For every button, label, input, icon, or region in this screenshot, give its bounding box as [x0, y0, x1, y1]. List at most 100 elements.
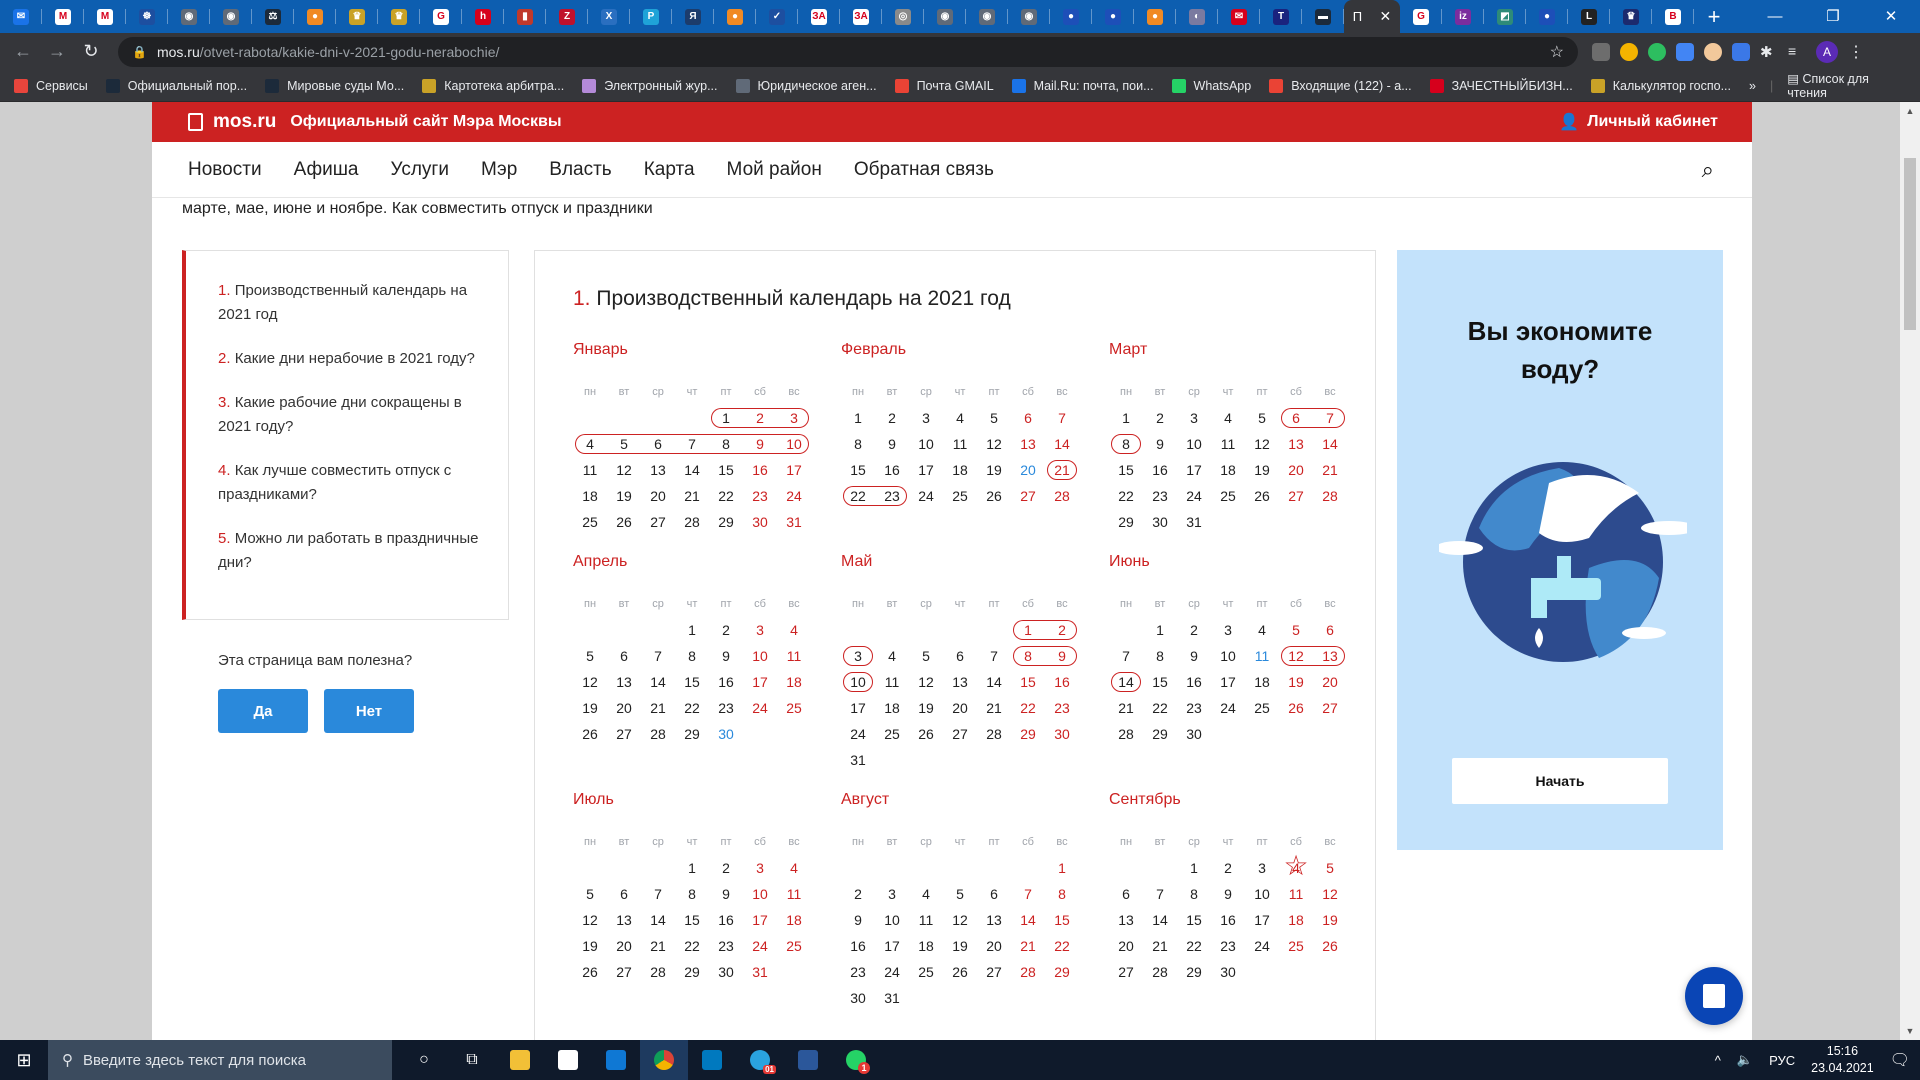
trello-icon[interactable] [688, 1040, 736, 1080]
browser-tab[interactable]: ЗА [840, 0, 882, 33]
nav-link[interactable]: Новости [188, 159, 262, 181]
reload-button[interactable]: ↻ [74, 41, 108, 62]
bookmark-item[interactable]: Входящие (122) - а... [1269, 78, 1412, 93]
nav-link[interactable]: Афиша [294, 159, 359, 181]
chat-button[interactable] [1685, 967, 1743, 1025]
page-scrollbar[interactable]: ▲ ▼ [1900, 102, 1920, 1040]
chrome-icon[interactable] [640, 1040, 688, 1080]
nav-link[interactable]: Карта [644, 159, 695, 181]
windows-start-icon[interactable]: ⊞ [0, 1050, 48, 1071]
puzzle-icon[interactable]: ✱ [1760, 43, 1778, 61]
scroll-down-arrow[interactable]: ▼ [1900, 1026, 1920, 1036]
browser-tab[interactable]: ● [1526, 0, 1568, 33]
close-window-button[interactable]: ✕ [1862, 0, 1920, 33]
nav-link[interactable]: Обратная связь [854, 159, 994, 181]
bookmark-star-icon[interactable]: ☆ [1550, 42, 1564, 62]
taskbar-search[interactable]: ⚲ Введите здесь текст для поиска [48, 1040, 392, 1080]
browser-tab[interactable]: ⚖ [252, 0, 294, 33]
bookmark-item[interactable]: Картотека арбитра... [422, 78, 564, 93]
bookmark-item[interactable]: Калькулятор госпо... [1590, 78, 1731, 93]
music-icon[interactable] [1704, 42, 1722, 61]
bookmarks-more-button[interactable]: » [1749, 79, 1756, 93]
search-icon[interactable]: ⌕ [1702, 157, 1714, 183]
browser-tab[interactable]: ◐ [1176, 0, 1218, 33]
browser-tab[interactable]: G [1400, 0, 1442, 33]
new-tab-button[interactable]: + [1694, 4, 1734, 30]
evernote-icon[interactable] [1648, 42, 1666, 61]
browser-tab[interactable]: ◉ [1008, 0, 1050, 33]
feedback-yes-button[interactable]: Да [218, 689, 308, 733]
browser-tab[interactable]: P [630, 0, 672, 33]
bookmark-item[interactable]: ЗАЧЕСТНЫЙБИЗН... [1429, 78, 1573, 93]
translate-icon[interactable] [1676, 42, 1694, 61]
bookmark-item[interactable]: Официальный пор... [105, 78, 247, 93]
browser-tab[interactable]: L [1568, 0, 1610, 33]
language-indicator[interactable]: РУС [1769, 1053, 1795, 1068]
close-tab-icon[interactable]: ✕ [1380, 8, 1392, 25]
extension-icon[interactable] [1732, 42, 1750, 61]
whatsapp-icon[interactable]: 1 [832, 1040, 880, 1080]
reading-list-button[interactable]: ▤ Список для чтения [1787, 71, 1906, 100]
minimize-button[interactable]: — [1746, 0, 1804, 33]
browser-tab[interactable]: ● [1092, 0, 1134, 33]
browser-tab[interactable]: ♛ [336, 0, 378, 33]
toc-item[interactable]: 5. Можно ли работать в праздничные дни? [218, 527, 480, 575]
bookmark-item[interactable]: Почта GMAIL [894, 78, 994, 93]
profile-avatar[interactable]: A [1816, 40, 1838, 63]
nav-link[interactable]: Услуги [391, 159, 449, 181]
browser-tab[interactable]: ◉ [924, 0, 966, 33]
feedback-no-button[interactable]: Нет [324, 689, 414, 733]
browser-tab[interactable]: ◉ [210, 0, 252, 33]
scroll-up-arrow[interactable]: ▲ [1900, 106, 1920, 116]
browser-tab[interactable]: ● [1134, 0, 1176, 33]
nav-link[interactable]: Мэр [481, 159, 517, 181]
browser-tab[interactable]: ● [1050, 0, 1092, 33]
browser-tab[interactable]: ЗА [798, 0, 840, 33]
toc-item[interactable]: 1. Производственный календарь на 2021 го… [218, 279, 480, 327]
bookmark-item[interactable]: Мировые суды Мо... [265, 78, 404, 93]
browser-tab[interactable]: ◩ [1484, 0, 1526, 33]
bookmark-item[interactable]: Сервисы [14, 78, 88, 93]
mail-icon[interactable] [592, 1040, 640, 1080]
browser-tab[interactable]: ▮ [504, 0, 546, 33]
nav-link[interactable]: Мой район [727, 159, 822, 181]
browser-tab[interactable]: ◉ [966, 0, 1008, 33]
browser-tab[interactable]: X [588, 0, 630, 33]
volume-icon[interactable]: 🔈 [1737, 1052, 1753, 1068]
browser-tab[interactable]: ✉ [1218, 0, 1260, 33]
browser-tab[interactable]: ▬ [1302, 0, 1344, 33]
store-icon[interactable] [544, 1040, 592, 1080]
banner-start-button[interactable]: Начать [1452, 758, 1668, 804]
browser-tab[interactable]: M [42, 0, 84, 33]
browser-tab[interactable]: Я [672, 0, 714, 33]
browser-tab[interactable]: T [1260, 0, 1302, 33]
file-explorer-icon[interactable] [496, 1040, 544, 1080]
bookmark-item[interactable]: WhatsApp [1171, 78, 1251, 93]
browser-tab[interactable]: ● [294, 0, 336, 33]
personal-cabinet-link[interactable]: 👤 Личный кабинет [1559, 112, 1718, 132]
telegram-icon[interactable]: 01 [736, 1040, 784, 1080]
extension-icon[interactable] [1620, 42, 1638, 61]
browser-tab[interactable]: ♛ [1610, 0, 1652, 33]
browser-tab[interactable]: ◉ [168, 0, 210, 33]
browser-tab[interactable]: ☸ [126, 0, 168, 33]
cortana-icon[interactable]: ○ [400, 1040, 448, 1080]
browser-tab[interactable]: Z [546, 0, 588, 33]
restore-button[interactable]: ❐ [1804, 0, 1862, 33]
tray-expand-icon[interactable]: ^ [1715, 1053, 1721, 1068]
toc-item[interactable]: 4. Как лучше совместить отпуск с праздни… [218, 459, 480, 507]
browser-tab[interactable]: ♛ [378, 0, 420, 33]
extension-icon[interactable] [1592, 42, 1610, 61]
browser-tab[interactable]: ◎ [882, 0, 924, 33]
word-icon[interactable] [784, 1040, 832, 1080]
browser-tab[interactable]: iz [1442, 0, 1484, 33]
task-view-icon[interactable]: ⧉ [448, 1040, 496, 1080]
browser-tab[interactable]: M [84, 0, 126, 33]
clock[interactable]: 15:16 23.04.2021 [1811, 1043, 1874, 1077]
browser-tab[interactable]: ✉ [0, 0, 42, 33]
back-button[interactable]: ← [6, 41, 40, 62]
menu-icon[interactable]: ⋮ [1848, 42, 1864, 62]
bookmark-item[interactable]: Mail.Ru: почта, пои... [1011, 78, 1154, 93]
forward-button[interactable]: → [40, 41, 74, 62]
nav-link[interactable]: Власть [549, 159, 611, 181]
